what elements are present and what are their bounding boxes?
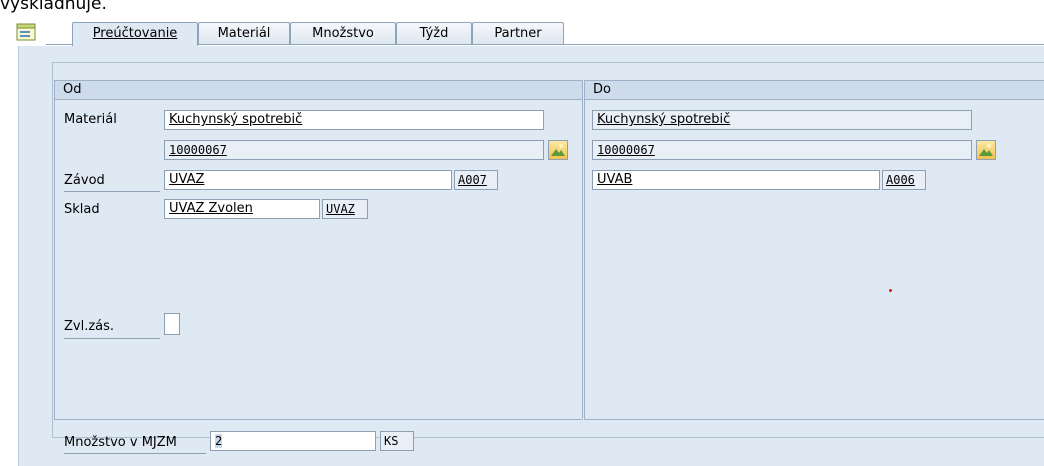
material-label: Materiál <box>64 112 117 127</box>
from-plant-field[interactable]: UVAZ <box>164 170 452 190</box>
from-plant-code: A007 <box>454 170 498 190</box>
from-storage-field[interactable]: UVAZ Zvolen <box>164 199 320 219</box>
to-plant-code: A006 <box>882 170 926 190</box>
storage-label: Sklad <box>64 202 100 217</box>
red-marker-dot <box>889 289 892 292</box>
special-stock-checkbox[interactable] <box>164 313 180 335</box>
to-material-number-field: 10000067 <box>592 140 972 160</box>
plant-label: Závod <box>64 173 105 188</box>
group-from: Od <box>54 80 583 420</box>
tab-tyzd[interactable]: Týžd <box>396 22 472 44</box>
group-from-title: Od <box>55 81 583 100</box>
tab-preuctovanie[interactable]: Preúčtovanie <box>72 22 198 46</box>
group-to: Do <box>584 80 1044 420</box>
quantity-input[interactable]: 2 <box>210 431 376 451</box>
quantity-label-underline <box>64 453 206 454</box>
tab-mnozstvo[interactable]: Množstvo <box>290 22 396 44</box>
special-stock-label: Zvl.zás. <box>64 319 115 334</box>
group-divider <box>582 80 583 418</box>
to-material-name-field: Kuchynský spotrebič <box>592 110 972 130</box>
quantity-unit: KS <box>380 431 414 451</box>
group-to-title: Do <box>585 81 1044 100</box>
tab-material[interactable]: Materiál <box>198 22 290 44</box>
from-material-name-field[interactable]: Kuchynský spotrebič <box>164 110 544 130</box>
image-picker-icon[interactable] <box>548 140 568 160</box>
special-stock-label-underline <box>64 338 160 339</box>
from-material-number-field[interactable]: 10000067 <box>164 140 544 160</box>
from-storage-code: UVAZ <box>322 199 368 219</box>
quantity-label: Množstvo v MJZM <box>64 435 177 450</box>
to-plant-field[interactable]: UVAB <box>592 170 880 190</box>
plant-label-underline <box>64 191 160 192</box>
tab-partner[interactable]: Partner <box>472 22 564 44</box>
tree-expand-icon[interactable] <box>16 23 36 41</box>
header-partial-text: vyskladňuje. <box>0 0 107 14</box>
to-image-picker-icon[interactable] <box>976 140 996 160</box>
